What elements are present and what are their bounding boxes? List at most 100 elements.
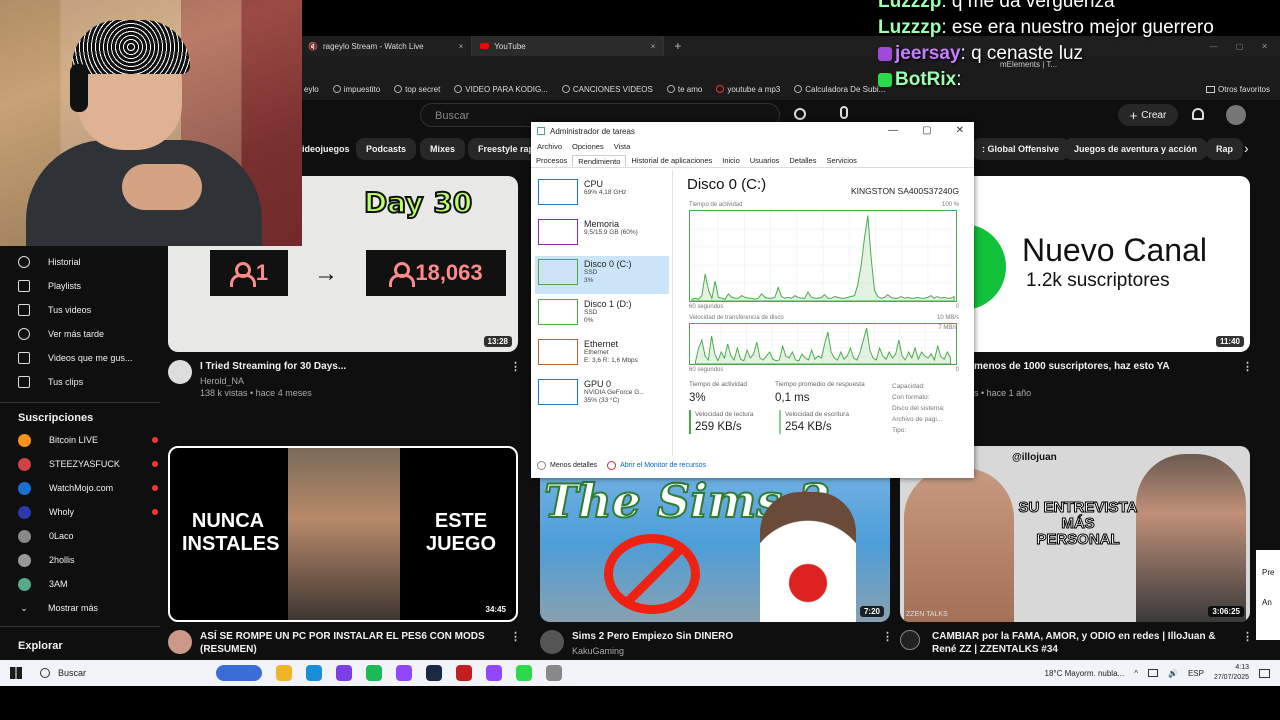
resource-item[interactable]: GPU 0 NVIDIA GeForce G... 35% (33 °C) [535,376,669,414]
taskbar-app-icon[interactable] [426,665,442,681]
more-options-icon[interactable]: ⋮ [1242,360,1253,373]
channel-name[interactable]: KakuGaming [572,645,624,657]
subscription-item[interactable]: 3AM [18,572,158,596]
chip-rap[interactable]: Rap [1206,138,1244,160]
more-options-icon[interactable]: ⋮ [1242,630,1253,643]
channel-avatar[interactable] [900,630,920,650]
taskbar-app-icon[interactable] [396,665,412,681]
subscription-item[interactable]: Bitcoin LIVE [18,428,158,452]
resource-item[interactable]: Disco 0 (C:) SSD 3% [535,256,669,294]
menu-archivo[interactable]: Archivo [537,142,562,151]
taskbar-app-icon[interactable] [456,665,472,681]
tab-usuarios[interactable]: Usuarios [745,155,785,167]
taskbar-search[interactable]: Buscar [40,668,210,678]
menu-opciones[interactable]: Opciones [572,142,604,151]
taskbar-app-icon[interactable] [216,665,262,681]
notifications-icon[interactable] [1259,668,1270,678]
sidebar-item-tus-videos[interactable]: Tus videos [18,298,158,322]
video-title[interactable]: ASÍ SE ROMPE UN PC POR INSTALAR EL PES6 … [200,630,500,656]
clock[interactable]: 4:13 27/07/2025 [1214,663,1249,683]
network-icon[interactable] [1147,669,1158,677]
tab-rageylo-stream[interactable]: 🔇 rageylo Stream - Watch Live × [300,36,473,56]
fewer-details-button[interactable]: Menos detalles [537,461,597,470]
bookmark-item[interactable]: youtube a mp3 [716,85,780,94]
chip-videojuegos[interactable]: ideojuegos [292,138,360,160]
tab-close-icon[interactable]: × [651,42,656,51]
resource-item[interactable]: Ethernet Ethernet E: 3,6 R: 1,6 Mbps [535,336,669,374]
sidebar-item-historial[interactable]: Historial [18,250,158,274]
subscription-item[interactable]: STEEZYASFUCK [18,452,158,476]
taskbar-app-icon[interactable] [336,665,352,681]
bookmark-item[interactable]: CANCIONES VIDEOS [561,85,653,94]
capacity-line: Archivo de pagi... [892,416,943,423]
windows-start-icon[interactable] [10,667,22,679]
microphone-icon[interactable] [840,106,848,119]
bookmark-item[interactable]: impuestito [332,85,380,94]
video-title[interactable]: I Tried Streaming for 30 Days... [200,360,500,373]
show-more-button[interactable]: ⌄ Mostrar más [18,596,158,620]
sidebar-item-liked-videos[interactable]: Videos que me gus... [18,346,158,370]
resource-item[interactable]: Memoria 9,5/15,9 GB (60%) [535,216,669,254]
taskbar-app-icon[interactable] [306,665,322,681]
bookmark-item[interactable]: VIDEO PARA KODIG... [454,85,548,94]
chip-aventura-accion[interactable]: Juegos de aventura y acción [1064,138,1208,160]
bookmark-item[interactable]: Calculadora De Subi... [794,85,885,94]
channel-avatar[interactable] [168,360,192,384]
tab-close-icon[interactable]: × [459,42,464,51]
menu-vista[interactable]: Vista [614,142,631,151]
tab-youtube[interactable]: YouTube × [472,36,665,56]
video-title[interactable]: Sims 2 Pero Empiezo Sin DINERO [572,630,872,643]
taskbar-app-icon[interactable] [276,665,292,681]
chip-mixes[interactable]: Mixes [420,138,466,160]
minimize-button[interactable]: — [888,125,898,136]
bookmark-item[interactable]: eylo [304,85,319,94]
chevron-up-icon[interactable]: ^ [1134,669,1138,678]
video-title[interactable]: menos de 1000 suscriptores, haz esto YA [974,360,1234,373]
resource-item[interactable]: CPU 69% 4,18 GHz [535,176,669,214]
sidebar-item-playlists[interactable]: Playlists [18,274,158,298]
channel-avatar[interactable] [540,630,564,654]
tab-inicio[interactable]: Inicio [717,155,745,167]
taskbar-app-icon[interactable] [486,665,502,681]
channel-avatar[interactable] [168,630,192,654]
video-title[interactable]: CAMBIAR por la FAMA, AMOR, y ODIO en red… [932,630,1232,656]
new-tab-button[interactable]: + [664,39,691,53]
edge-popup[interactable]: Pre An [1256,550,1280,640]
weather-widget[interactable]: 18°C Mayorm. nubla... [1045,669,1125,678]
tab-servicios[interactable]: Servicios [821,155,861,167]
chip-global-offensive[interactable]: : Global Offensive [972,138,1070,160]
maximize-button[interactable]: ▢ [922,125,931,136]
subscription-item[interactable]: 0Laco [18,524,158,548]
chevron-right-icon[interactable]: › [1244,140,1249,156]
more-options-icon[interactable]: ⋮ [510,630,521,643]
bookmark-item[interactable]: te amo [666,85,702,94]
language-indicator[interactable]: ESP [1188,669,1204,678]
resource-name: Disco 1 (D:) [584,299,632,309]
subscription-item[interactable]: Wholy [18,500,158,524]
chip-podcasts[interactable]: Podcasts [356,138,417,160]
more-options-icon[interactable]: ⋮ [882,630,893,643]
mute-icon[interactable]: 🔇 [308,42,318,51]
search-icon[interactable] [794,108,806,120]
sidebar-item-ver-mas-tarde[interactable]: Ver más tarde [18,322,158,346]
video-thumbnail[interactable]: NUNCA INSTALES ESTE JUEGO 34:45 [168,446,518,622]
tab-procesos[interactable]: Procesos [531,155,572,167]
channel-name[interactable]: Herold_NA [200,375,244,387]
resource-monitor-link[interactable]: Abrir el Monitor de recursos [607,461,706,470]
bookmark-item[interactable]: top secret [394,85,440,94]
resource-item[interactable]: Disco 1 (D:) SSD 0% [535,296,669,334]
more-options-icon[interactable]: ⋮ [510,360,521,373]
taskbar-app-icon[interactable] [546,665,562,681]
taskbar-app-icon[interactable] [366,665,382,681]
sidebar-item-tus-clips[interactable]: Tus clips [18,370,158,394]
tab-detalles[interactable]: Detalles [784,155,821,167]
subscription-item[interactable]: WatchMojo.com [18,476,158,500]
close-window-button[interactable]: ✕ [956,125,964,136]
tab-rendimiento[interactable]: Rendimiento [572,155,627,167]
resource-sub2: 3% [584,277,594,284]
tab-historial-aplicaciones[interactable]: Historial de aplicaciones [626,155,717,167]
volume-icon[interactable]: 🔊 [1168,669,1178,678]
subscription-item[interactable]: 2hollis [18,548,158,572]
taskbar-app-icon[interactable] [516,665,532,681]
edge-popup-text: An [1262,598,1272,607]
